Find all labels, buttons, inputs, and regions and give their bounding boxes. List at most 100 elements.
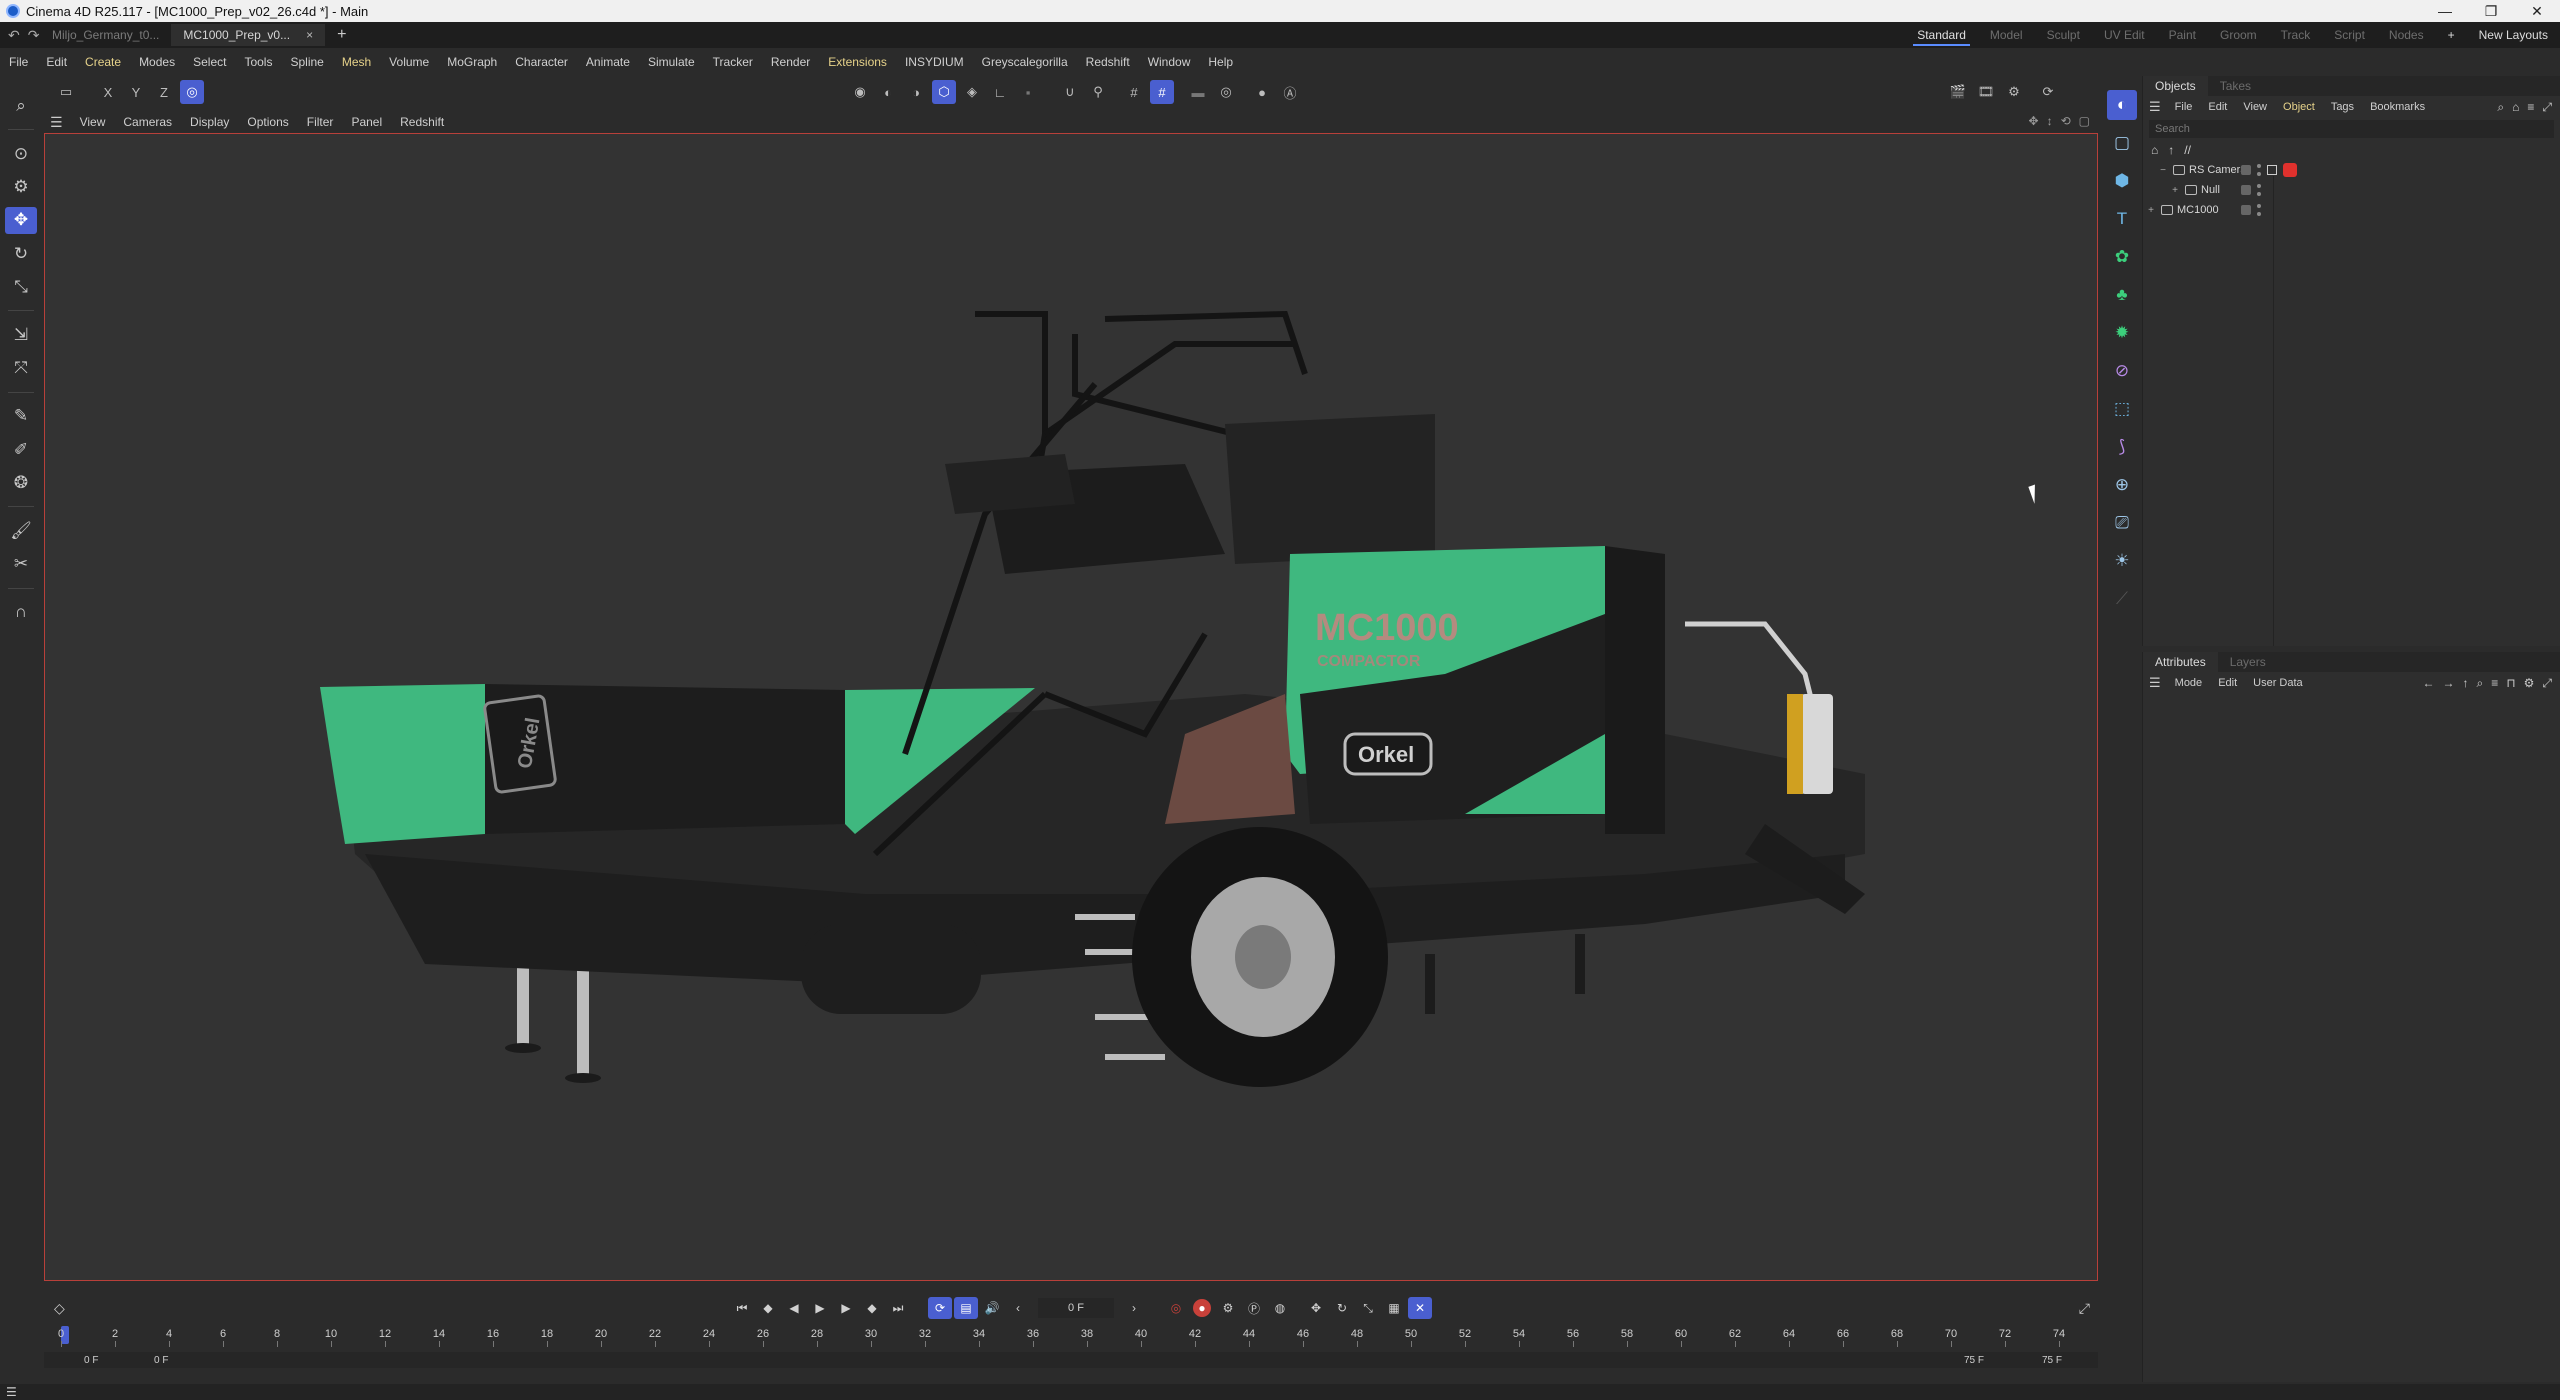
menu-edit[interactable]: Edit — [37, 55, 76, 69]
add-layout-button[interactable]: + — [2436, 22, 2467, 48]
play-icon[interactable]: ▶ — [808, 1297, 832, 1319]
attributes-menu-edit[interactable]: Edit — [2210, 677, 2245, 689]
up-arrow-icon[interactable]: ↑ — [2463, 676, 2469, 691]
settings-icon[interactable]: ⚙ — [2524, 676, 2535, 691]
camera-object-icon[interactable]: ⎚ — [2107, 508, 2137, 538]
attributes-menu-mode[interactable]: Mode — [2167, 677, 2211, 689]
visibility-dots[interactable] — [2257, 184, 2261, 196]
viewport-menu-display[interactable]: Display — [181, 115, 238, 129]
objects-menu-object[interactable]: Object — [2275, 101, 2323, 113]
maximize-button[interactable]: ❐ — [2468, 0, 2514, 22]
symmetry-icon[interactable]: ◎ — [1214, 80, 1238, 104]
target-tag-icon[interactable] — [2267, 165, 2277, 175]
viewport-menu-options[interactable]: Options — [238, 115, 297, 129]
menu-render[interactable]: Render — [762, 55, 819, 69]
tab-attributes[interactable]: Attributes — [2143, 652, 2218, 672]
points-mode-icon[interactable]: ◑ — [904, 80, 928, 104]
objects-search-input[interactable]: Search — [2149, 120, 2554, 138]
x-axis-toggle[interactable]: X — [96, 80, 120, 104]
forward-arrow-icon[interactable]: → — [2443, 676, 2455, 691]
effector-icon[interactable]: ✹ — [2107, 318, 2137, 348]
menu-spline[interactable]: Spline — [281, 55, 332, 69]
home-icon[interactable]: ⌂ — [2512, 100, 2519, 115]
rotation-key-icon[interactable]: ↻ — [1330, 1297, 1354, 1319]
menu-modes[interactable]: Modes — [130, 55, 184, 69]
text-object-icon[interactable]: T — [2107, 204, 2137, 234]
locked-icon[interactable]: ▪ — [1016, 80, 1040, 104]
next-key-icon[interactable]: ◆ — [860, 1297, 884, 1319]
range-end-preview[interactable]: 75 F — [1964, 1355, 1984, 1366]
viewport-menu-filter[interactable]: Filter — [298, 115, 343, 129]
range-start-preview[interactable]: 0 F — [154, 1355, 168, 1366]
place-tool-icon[interactable]: ⤧ — [5, 355, 37, 382]
spline-sketch-icon[interactable]: ✐ — [5, 436, 37, 463]
layout-paint[interactable]: Paint — [2157, 22, 2208, 48]
cube-icon[interactable]: ⬢ — [2107, 166, 2137, 196]
menu-select[interactable]: Select — [184, 55, 235, 69]
objects-menu-bookmarks[interactable]: Bookmarks — [2362, 101, 2433, 113]
orbit-icon[interactable]: ⟲ — [2061, 114, 2071, 128]
viewport-hamburger-icon[interactable]: ☰ — [50, 114, 63, 131]
objects-menu-edit[interactable]: Edit — [2200, 101, 2235, 113]
3d-viewport[interactable]: MC1000 COMPACTOR Orkel Orkel — [44, 133, 2098, 1281]
layer-checkbox[interactable] — [2241, 205, 2251, 215]
menu-tracker[interactable]: Tracker — [704, 55, 762, 69]
preview-range-icon[interactable]: ▤ — [954, 1297, 978, 1319]
layout-uv-edit[interactable]: UV Edit — [2092, 22, 2157, 48]
render-region-icon[interactable]: ▬ — [1186, 80, 1210, 104]
search-icon[interactable]: ⌕ — [5, 92, 37, 119]
y-axis-toggle[interactable]: Y — [124, 80, 148, 104]
close-button[interactable]: ✕ — [2514, 0, 2560, 22]
up-arrow-icon[interactable]: ↑ — [2168, 143, 2174, 157]
menu-tools[interactable]: Tools — [235, 55, 281, 69]
live-selection-icon[interactable]: ⚙ — [5, 173, 37, 200]
layout-model[interactable]: Model — [1978, 22, 2035, 48]
maximize-view-icon[interactable]: ▢ — [2079, 114, 2090, 128]
menu-create[interactable]: Create — [76, 55, 130, 69]
z-axis-toggle[interactable]: Z — [152, 80, 176, 104]
model-mode-icon[interactable]: ◉ — [848, 80, 872, 104]
prev-frame-small-icon[interactable]: ‹ — [1006, 1297, 1030, 1319]
texture-mode-icon[interactable]: ◐ — [876, 80, 900, 104]
redshift-tag-icon[interactable] — [2283, 163, 2297, 177]
layer-checkbox[interactable] — [2241, 185, 2251, 195]
scale-key-icon[interactable]: ⤡ — [1356, 1297, 1380, 1319]
field-icon[interactable]: ⬚ — [2107, 394, 2137, 424]
attributes-menu-user-data[interactable]: User Data — [2245, 677, 2311, 689]
object-mode-icon[interactable]: ▭ — [54, 80, 78, 104]
layer-checkbox[interactable] — [2241, 165, 2251, 175]
menu-redshift[interactable]: Redshift — [1077, 55, 1139, 69]
grid-snap-icon[interactable]: # — [1150, 80, 1174, 104]
light-icon[interactable]: ☀ — [2107, 546, 2137, 576]
tab-takes[interactable]: Takes — [2208, 76, 2263, 96]
axis-mode-icon[interactable]: ∟ — [988, 80, 1012, 104]
object-row-mc1000[interactable]: + MC1000 — [2143, 200, 2560, 220]
move-tool-icon[interactable]: ✥ — [5, 206, 37, 234]
spline-smooth-icon[interactable]: ❂ — [5, 469, 37, 496]
key-options-icon[interactable]: Ⓟ — [1242, 1297, 1266, 1319]
viewport-menu-redshift[interactable]: Redshift — [391, 115, 453, 129]
menu-simulate[interactable]: Simulate — [639, 55, 704, 69]
objects-hamburger-icon[interactable]: ☰ — [2149, 99, 2161, 115]
workplane-icon[interactable]: # — [1122, 80, 1146, 104]
render-picture-viewer-icon[interactable]: 🎞 — [1974, 80, 1998, 104]
search-icon[interactable]: ⌕ — [2477, 676, 2484, 691]
polygons-mode-icon[interactable]: ⬡ — [932, 80, 956, 104]
home-icon[interactable]: ⌂ — [2151, 143, 2158, 157]
frame-range-bar[interactable]: 0 F 0 F 75 F 75 F — [44, 1352, 2098, 1368]
record-icon[interactable]: ◎ — [1164, 1297, 1188, 1319]
objects-menu-view[interactable]: View — [2235, 101, 2275, 113]
menu-character[interactable]: Character — [506, 55, 577, 69]
sound-icon[interactable]: 🔊 — [980, 1297, 1004, 1319]
objects-menu-file[interactable]: File — [2167, 101, 2201, 113]
render-settings-icon[interactable]: ⚙ — [2002, 80, 2026, 104]
menu-file[interactable]: File — [0, 55, 37, 69]
layout-track[interactable]: Track — [2269, 22, 2323, 48]
next-frame-icon[interactable]: ▶ — [834, 1297, 858, 1319]
menu-mograph[interactable]: MoGraph — [438, 55, 506, 69]
menu-help[interactable]: Help — [1199, 55, 1242, 69]
go-to-start-icon[interactable]: ⏮ — [730, 1297, 754, 1319]
layout-standard[interactable]: Standard — [1905, 22, 1978, 48]
go-to-end-icon[interactable]: ⏭ — [886, 1297, 910, 1319]
render-view-icon[interactable]: 🎬 — [1946, 80, 1970, 104]
